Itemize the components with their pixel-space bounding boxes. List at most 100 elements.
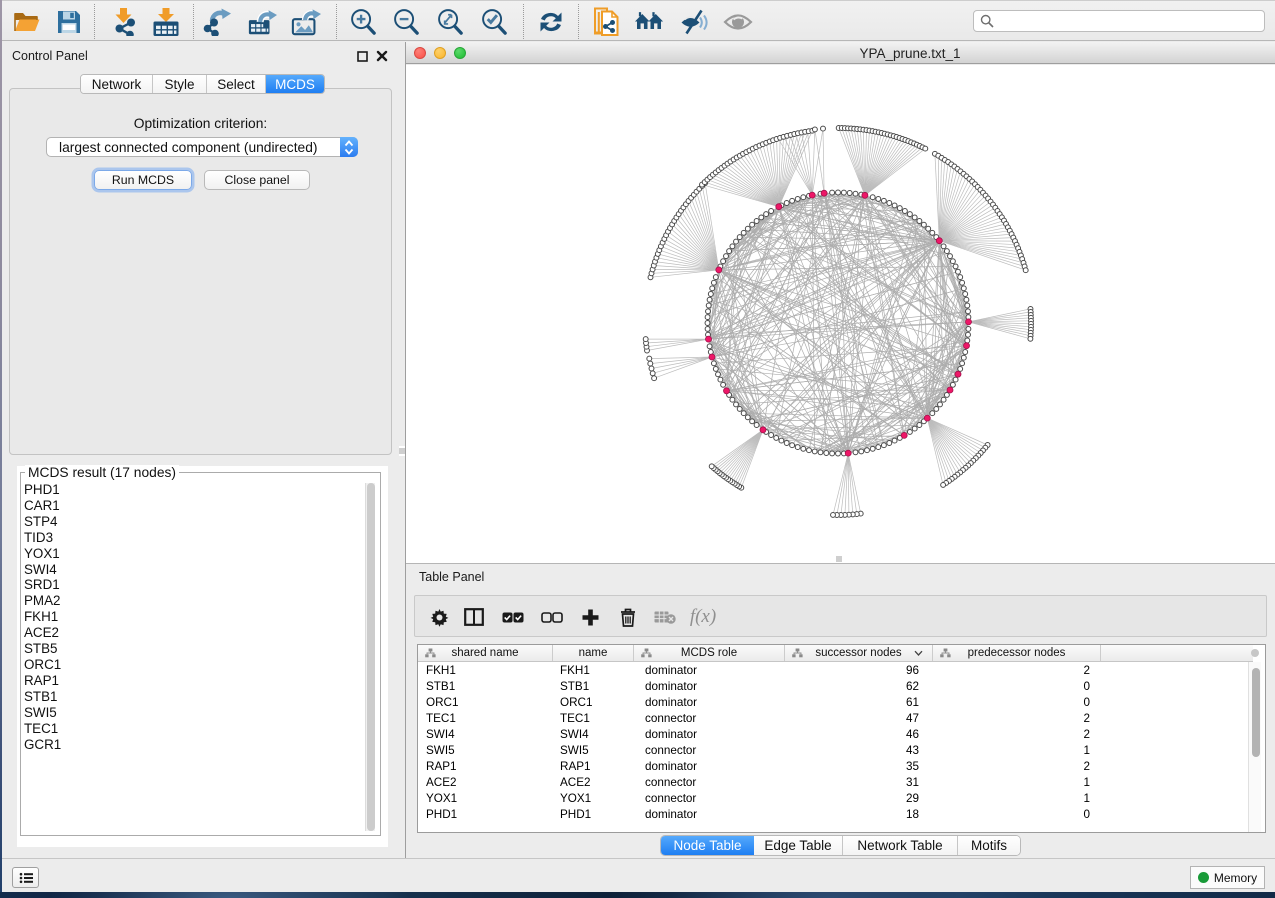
tab-select[interactable]: Select — [207, 75, 266, 93]
desktop-edge — [0, 0, 2, 892]
import-table-icon[interactable] — [151, 8, 181, 36]
result-item[interactable]: SWI4 — [24, 562, 61, 578]
table-scrollbar[interactable] — [1248, 662, 1261, 832]
column-header-successor-nodes[interactable]: successor nodes — [785, 645, 933, 661]
table-row[interactable]: FKH1FKH1 dominator962 — [418, 662, 1253, 678]
result-item[interactable]: GCR1 — [24, 737, 61, 753]
result-item[interactable]: ACE2 — [24, 625, 61, 641]
minimize-window-icon[interactable] — [434, 47, 446, 59]
optimization-criterion-label: Optimization criterion: — [10, 116, 391, 131]
tab-node-table[interactable]: Node Table — [661, 836, 754, 855]
result-item[interactable]: ORC1 — [24, 657, 61, 673]
toolbar-separator — [193, 4, 194, 39]
column-header-shared-name[interactable]: shared name — [418, 645, 553, 661]
zoom-fit-icon[interactable] — [436, 8, 466, 36]
result-item[interactable]: PHD1 — [24, 482, 61, 498]
table-row[interactable]: ACE2ACE2 connector311 — [418, 774, 1253, 790]
table-header: shared namename MCDS role successor node… — [418, 645, 1253, 662]
tab-mcds[interactable]: MCDS — [266, 75, 324, 93]
show-details-icon[interactable] — [723, 8, 753, 36]
table-tabs: Node Table Edge Table Network Table Moti… — [660, 835, 1021, 856]
result-item[interactable]: YOX1 — [24, 546, 61, 562]
open-file-icon[interactable] — [12, 8, 42, 36]
zoom-selected-icon[interactable] — [480, 8, 510, 36]
table-options-icon[interactable] — [425, 603, 453, 631]
unselect-all-columns-icon[interactable] — [538, 603, 566, 631]
network-overview-icon[interactable] — [634, 8, 664, 36]
network-window-titlebar[interactable]: YPA_prune.txt_1 — [406, 42, 1275, 64]
tab-motifs[interactable]: Motifs — [958, 836, 1020, 855]
optimization-criterion-select[interactable]: largest connected component (undirected) — [46, 137, 358, 157]
result-item[interactable]: RAP1 — [24, 673, 61, 689]
table-row[interactable]: STB1STB1 dominator620 — [418, 678, 1253, 694]
select-all-columns-icon[interactable] — [499, 603, 527, 631]
export-image-icon[interactable] — [291, 8, 321, 36]
column-header-MCDS-role[interactable]: MCDS role — [634, 645, 785, 661]
tab-network[interactable]: Network — [81, 75, 153, 93]
table-row[interactable]: SWI4SWI4 dominator462 — [418, 726, 1253, 742]
close-window-icon[interactable] — [414, 47, 426, 59]
export-table-icon[interactable] — [247, 8, 277, 36]
toolbar-separator — [94, 4, 95, 39]
attribute-icon — [940, 648, 951, 658]
table-panel: Table Panel — [406, 563, 1275, 858]
result-scrollbar[interactable] — [365, 483, 375, 831]
main-toolbar — [0, 0, 1275, 41]
result-item[interactable]: CAR1 — [24, 498, 61, 514]
attribute-icon — [641, 648, 652, 658]
column-header-predecessor-nodes[interactable]: predecessor nodes — [933, 645, 1101, 661]
clone-network-icon[interactable] — [592, 8, 622, 36]
add-column-icon[interactable] — [576, 603, 604, 631]
result-item[interactable]: SRD1 — [24, 577, 61, 593]
refresh-layout-icon[interactable] — [536, 8, 566, 36]
network-window-title: YPA_prune.txt_1 — [810, 46, 1010, 61]
result-item[interactable]: STB1 — [24, 689, 61, 705]
tab-style[interactable]: Style — [153, 75, 207, 93]
result-item[interactable]: TID3 — [24, 530, 61, 546]
search-input[interactable] — [973, 10, 1265, 32]
column-layout-icon[interactable] — [460, 603, 488, 631]
memory-button[interactable]: Memory — [1190, 866, 1265, 889]
network-canvas[interactable] — [406, 65, 1275, 563]
maximize-window-icon[interactable] — [454, 47, 466, 59]
float-panel-icon[interactable] — [357, 51, 368, 62]
table-row[interactable]: TEC1TEC1 connector472 — [418, 710, 1253, 726]
result-item[interactable]: STP4 — [24, 514, 61, 530]
result-item[interactable]: SWI5 — [24, 705, 61, 721]
save-session-icon[interactable] — [54, 8, 84, 36]
control-panel-title: Control Panel — [12, 49, 88, 63]
function-builder-icon[interactable]: f(x) — [685, 603, 721, 631]
task-history-button[interactable] — [12, 867, 39, 888]
close-panel-icon[interactable] — [376, 50, 388, 62]
result-item[interactable]: PMA2 — [24, 593, 61, 609]
table-row[interactable]: RAP1RAP1 dominator352 — [418, 758, 1253, 774]
mcds-result-list[interactable]: PHD1CAR1STP4TID3YOX1SWI4SRD1PMA2FKH1ACE2… — [22, 482, 61, 752]
zoom-out-icon[interactable] — [392, 8, 422, 36]
table-row[interactable]: PHD1PHD1 dominator180 — [418, 806, 1253, 822]
table-corner-button[interactable] — [1251, 649, 1259, 657]
import-network-icon[interactable] — [109, 8, 139, 36]
close-panel-button[interactable]: Close panel — [204, 170, 310, 190]
delete-columns-icon[interactable] — [614, 603, 642, 631]
delete-table-icon[interactable] — [651, 603, 679, 631]
run-mcds-button[interactable]: Run MCDS — [94, 170, 192, 190]
horizontal-splitter-grip[interactable] — [834, 556, 844, 562]
table-row[interactable]: SWI5SWI5 connector431 — [418, 742, 1253, 758]
vertical-splitter[interactable] — [405, 42, 406, 858]
tab-network-table[interactable]: Network Table — [843, 836, 958, 855]
table-panel-title: Table Panel — [419, 570, 484, 584]
export-network-icon[interactable] — [203, 8, 233, 36]
result-scrollbar-thumb[interactable] — [367, 483, 375, 831]
vertical-splitter-grip[interactable] — [399, 446, 405, 456]
hide-details-icon[interactable] — [680, 8, 710, 36]
zoom-in-icon[interactable] — [349, 8, 379, 36]
result-item[interactable]: FKH1 — [24, 609, 61, 625]
column-header-name[interactable]: name — [553, 645, 634, 661]
result-item[interactable]: TEC1 — [24, 721, 61, 737]
table-row[interactable]: ORC1ORC1 dominator610 — [418, 694, 1253, 710]
memory-label: Memory — [1214, 871, 1257, 885]
tab-edge-table[interactable]: Edge Table — [754, 836, 843, 855]
table-row[interactable]: YOX1YOX1 connector291 — [418, 790, 1253, 806]
table-scrollbar-thumb[interactable] — [1252, 668, 1260, 757]
result-item[interactable]: STB5 — [24, 641, 61, 657]
